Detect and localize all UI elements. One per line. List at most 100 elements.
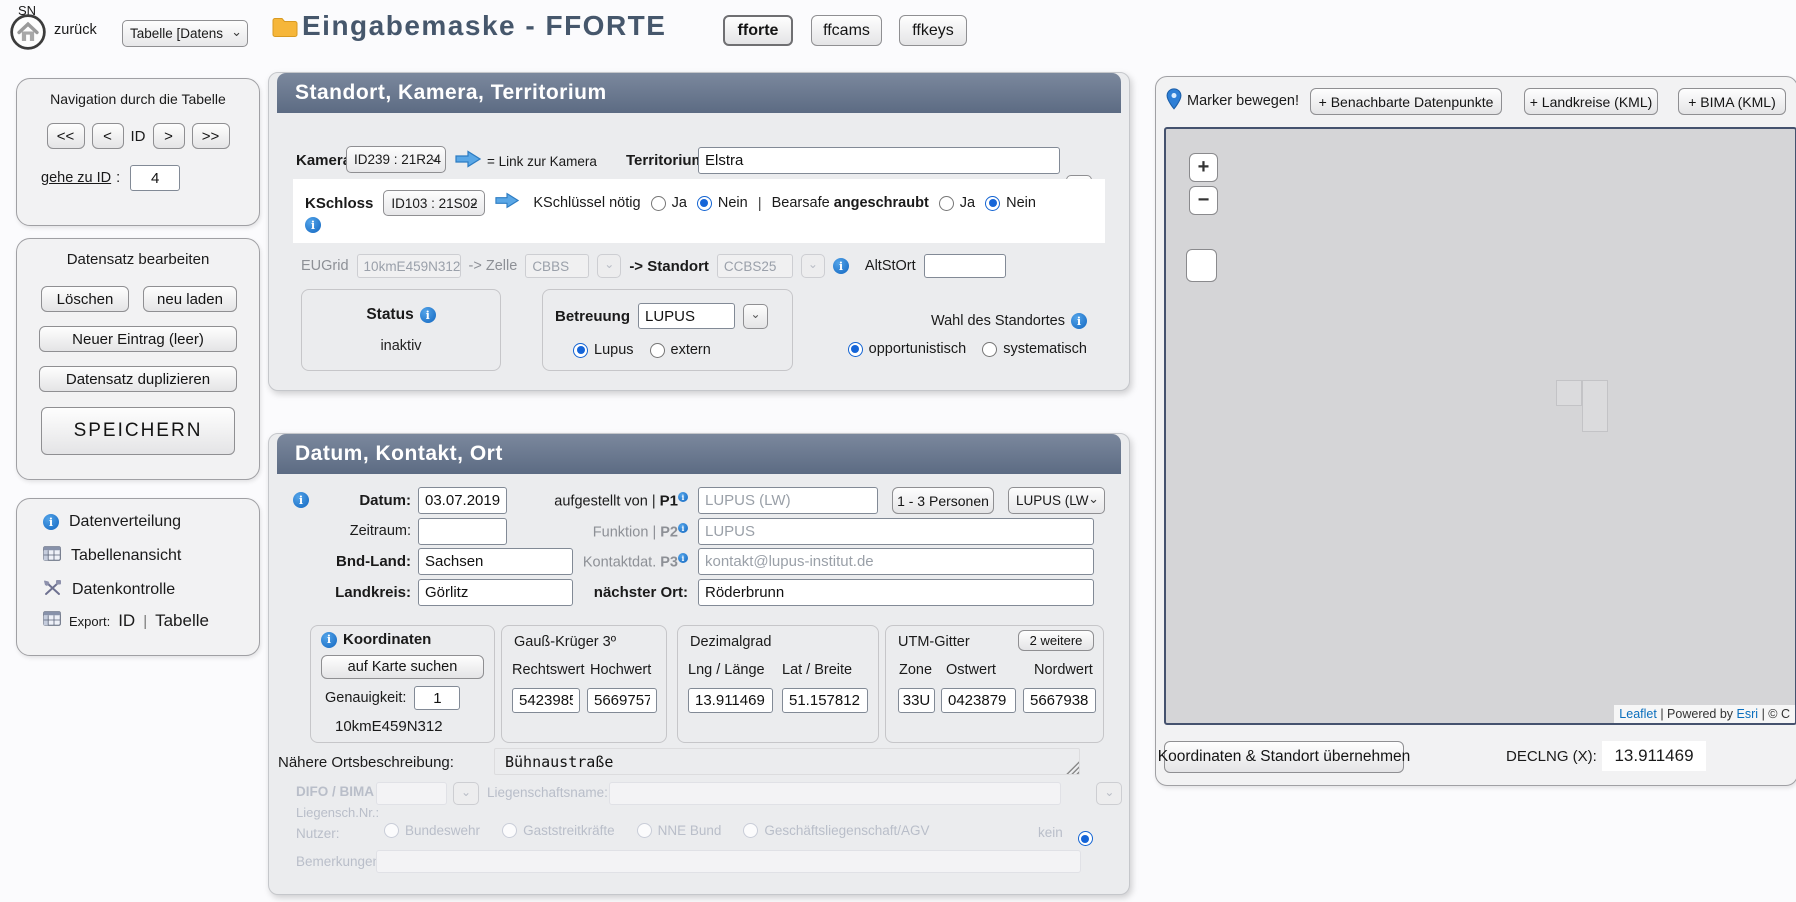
liegenschaftsname-input — [609, 782, 1061, 805]
altstort-input[interactable] — [924, 254, 1006, 278]
ostwert-input[interactable] — [941, 688, 1016, 713]
map-panel: Marker bewegen! + Benachbarte Datenpunkt… — [1155, 76, 1796, 786]
nutzer-label: Nutzer: — [296, 826, 340, 841]
kamera-label: Kamera — [296, 152, 351, 169]
koordinaten-info-icon[interactable] — [321, 632, 337, 648]
nutzer-nne-bund-radio — [637, 823, 652, 838]
back-link[interactable]: zurück — [54, 22, 97, 38]
p1-info-icon[interactable] — [678, 492, 688, 502]
bearsafe-ja-radio[interactable] — [939, 196, 954, 211]
kamera-select[interactable]: ID239 : 21R24 — [346, 146, 446, 173]
ort-input[interactable] — [698, 579, 1094, 606]
esri-link[interactable]: Esri — [1737, 707, 1759, 721]
lat-input[interactable] — [782, 688, 868, 713]
declng-value: 13.911469 — [1602, 741, 1706, 771]
genauigkeit-input[interactable] — [414, 686, 460, 710]
status-info-icon[interactable] — [420, 307, 436, 323]
camera-link-arrow-icon[interactable] — [455, 150, 481, 173]
lng-label: Lng / Länge — [688, 662, 765, 678]
wahl-info-icon[interactable] — [1071, 313, 1087, 329]
betreuung-input[interactable] — [638, 303, 735, 329]
landkreise-kml-button[interactable]: + Landkreise (KML) — [1524, 88, 1658, 115]
next-record-button[interactable]: > — [153, 123, 185, 149]
leaflet-map[interactable]: + − Leaflet | Powered by Esri | © C — [1164, 127, 1796, 725]
p3-info-icon[interactable] — [678, 553, 688, 563]
kschluessel-nein-radio[interactable] — [697, 196, 712, 211]
bima-kml-button[interactable]: + BIMA (KML) — [1678, 88, 1786, 115]
save-button[interactable]: SPEICHERN — [41, 407, 235, 455]
prev-record-button[interactable]: < — [92, 123, 124, 149]
rechtswert-input[interactable] — [512, 688, 580, 713]
data-control-item[interactable]: Datenkontrolle — [43, 579, 175, 601]
standort-info-icon[interactable] — [833, 258, 849, 274]
bearsafe-label: Bearsafe angeschraubt — [772, 195, 929, 211]
export-id-link[interactable]: ID — [118, 611, 135, 631]
personen-button[interactable]: 1 - 3 Personen — [892, 487, 994, 514]
p3-input[interactable] — [698, 548, 1094, 575]
first-record-button[interactable]: << — [47, 123, 85, 149]
p1-input[interactable] — [698, 487, 878, 514]
datenpunkte-button[interactable]: + Benachbarte Datenpunkte — [1310, 88, 1502, 115]
eugrid-input: 10kmE459N312 — [357, 254, 461, 278]
betreuung-dropdown-button[interactable] — [743, 304, 768, 329]
betreuung-lupus-radio[interactable] — [573, 343, 588, 358]
koordinaten-label: Koordinaten — [343, 631, 431, 648]
table-select[interactable]: Tabelle [Datens — [122, 20, 248, 47]
home-icon[interactable] — [9, 13, 47, 51]
liegenschaft-dropdown-button — [1096, 782, 1122, 805]
nordwert-input[interactable] — [1023, 688, 1096, 713]
tools-box: Datenverteilung Tabellenansicht Datenkon… — [16, 498, 260, 656]
map-control-button[interactable] — [1186, 249, 1217, 282]
zone-input[interactable] — [898, 688, 935, 713]
last-record-button[interactable]: >> — [192, 123, 230, 149]
table-view-item[interactable]: Tabellenansicht — [43, 546, 181, 566]
duplicate-button[interactable]: Datensatz duplizieren — [39, 366, 237, 392]
hochwert-input[interactable] — [587, 688, 657, 713]
export-table-link[interactable]: Tabelle — [155, 611, 209, 631]
kontakt-label: Kontaktdat. P3 — [458, 553, 688, 571]
bearsafe-nein-radio[interactable] — [985, 196, 1000, 211]
p2-info-icon[interactable] — [678, 523, 688, 533]
wahl-systematisch-radio[interactable] — [982, 342, 997, 357]
liegensch-nr-label: Liegensch.Nr.: — [296, 805, 379, 820]
gauss-title: Gauß-Krüger 3º — [514, 634, 616, 650]
app-link-fforte[interactable]: fforte — [723, 15, 793, 46]
lng-input[interactable] — [688, 688, 773, 713]
eugrid-label: EUGrid — [301, 258, 349, 274]
marker-hint: Marker bewegen! — [1187, 93, 1299, 109]
delete-button[interactable]: Löschen — [41, 286, 129, 312]
kschluessel-ja-radio[interactable] — [651, 196, 666, 211]
contact-panel-title: Datum, Kontakt, Ort — [277, 434, 1121, 474]
app-root: SN zurück Tabelle [Datens Eingabemaske -… — [0, 0, 1796, 902]
status-value: inaktiv — [302, 338, 500, 354]
wahl-label: Wahl des Standortes — [931, 313, 1065, 329]
kschloss-info-icon[interactable] — [305, 217, 321, 233]
goto-id-input[interactable] — [130, 165, 180, 191]
goto-id-link[interactable]: gehe zu ID — [41, 170, 111, 186]
betreuung-extern-radio[interactable] — [650, 343, 665, 358]
zoom-in-button[interactable]: + — [1189, 153, 1218, 182]
apply-coordinates-button[interactable]: Koordinaten & Standort übernehmen — [1164, 741, 1404, 773]
territorium-input[interactable] — [698, 147, 1060, 174]
standort-label: -> Standort — [629, 258, 709, 275]
lat-label: Lat / Breite — [782, 662, 852, 678]
map-search-button[interactable]: auf Karte suchen — [321, 655, 484, 679]
kschloss-select[interactable]: ID103 : 21S02 — [383, 190, 485, 216]
more-coords-button[interactable]: 2 weitere — [1018, 630, 1094, 651]
app-link-ffkeys[interactable]: ffkeys — [899, 15, 967, 46]
datum-info-icon[interactable] — [293, 492, 309, 508]
lock-link-arrow-icon[interactable] — [495, 192, 519, 214]
new-entry-button[interactable]: Neuer Eintrag (leer) — [39, 326, 237, 352]
strip-separator: | — [758, 195, 762, 212]
app-link-ffcams[interactable]: ffcams — [811, 15, 882, 46]
p2-input[interactable] — [698, 518, 1094, 545]
zoom-out-button[interactable]: − — [1189, 186, 1218, 215]
ortsbeschreibung-textarea[interactable] — [494, 748, 1080, 775]
reload-button[interactable]: neu laden — [143, 286, 237, 312]
wahl-opportunistisch-radio[interactable] — [848, 342, 863, 357]
data-distribution-item[interactable]: Datenverteilung — [43, 513, 181, 531]
marker-pin-icon — [1166, 88, 1182, 115]
leaflet-link[interactable]: Leaflet — [1619, 707, 1657, 721]
difo-input — [376, 782, 447, 805]
personen-select[interactable]: LUPUS (LW — [1008, 487, 1105, 514]
